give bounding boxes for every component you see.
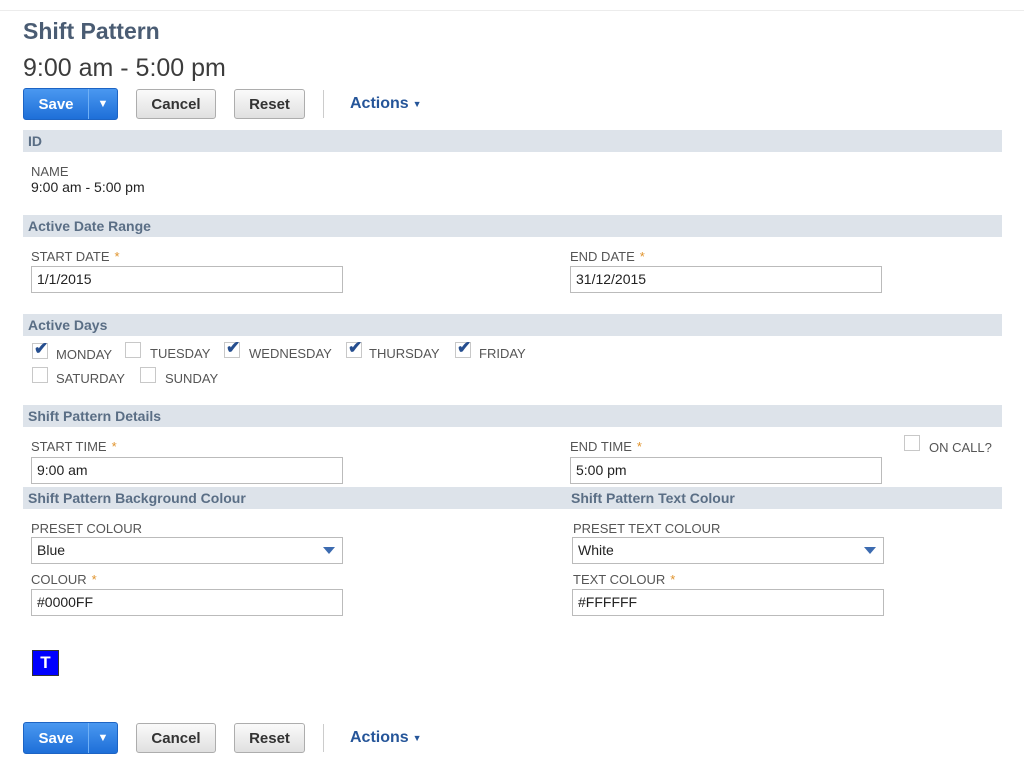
top-toolbar: Save ▼ Cancel Reset Actions ▼ — [23, 88, 422, 120]
start-time-field[interactable]: 9:00 am — [31, 457, 343, 484]
top-divider — [0, 10, 1024, 11]
checkbox-on-call[interactable] — [904, 435, 920, 451]
reset-button[interactable]: Reset — [234, 89, 305, 119]
day-label-sunday: SUNDAY — [165, 371, 219, 386]
preset-colour-value: Blue — [37, 542, 66, 558]
checkbox-monday[interactable]: ✔ — [32, 339, 48, 359]
required-marker: * — [114, 249, 120, 264]
caret-down-icon: ▼ — [412, 733, 422, 743]
preset-colour-label: PRESET COLOUR — [31, 521, 143, 536]
dropdown-arrow-icon — [864, 547, 876, 554]
day-label-monday: MONDAY — [56, 347, 113, 362]
start-date-label: START DATE * — [31, 249, 120, 264]
save-button[interactable]: Save — [24, 723, 88, 753]
section-shift-pattern-details: Shift Pattern Details — [23, 405, 1002, 427]
preset-colour-select[interactable]: Blue — [31, 537, 343, 564]
record-subtitle: 9:00 am - 5:00 pm — [23, 54, 226, 82]
checkbox-tuesday[interactable] — [125, 342, 141, 358]
checkmark-icon: ✔ — [457, 338, 472, 357]
checkbox-saturday[interactable] — [32, 367, 48, 383]
text-colour-field[interactable]: #FFFFFF — [572, 589, 884, 616]
preset-text-colour-label: PRESET TEXT COLOUR — [573, 521, 721, 536]
checkbox-wednesday[interactable]: ✔ — [224, 338, 240, 358]
checkmark-icon: ✔ — [34, 339, 49, 358]
dropdown-arrow-icon — [323, 547, 335, 554]
end-time-label: END TIME * — [570, 439, 642, 454]
day-label-tuesday: TUESDAY — [150, 346, 211, 361]
colour-field[interactable]: #0000FF — [31, 589, 343, 616]
day-label-thursday: THURSDAY — [369, 346, 440, 361]
required-marker: * — [639, 249, 645, 264]
section-text-colour: Shift Pattern Text Colour — [571, 490, 735, 506]
required-marker: * — [91, 572, 97, 587]
save-button[interactable]: Save — [24, 89, 88, 119]
end-date-label: END DATE * — [570, 249, 645, 264]
checkbox-thursday[interactable]: ✔ — [346, 338, 362, 358]
cancel-button[interactable]: Cancel — [136, 723, 216, 753]
actions-menu[interactable]: Actions ▼ — [350, 729, 422, 747]
section-id: ID — [23, 130, 1002, 152]
checkmark-icon: ✔ — [348, 338, 363, 357]
start-time-label: START TIME * — [31, 439, 117, 454]
day-label-wednesday: WEDNESDAY — [249, 346, 332, 361]
triangle-down-icon: ▼ — [97, 732, 109, 744]
save-split-button: Save ▼ — [23, 88, 118, 120]
reset-button[interactable]: Reset — [234, 723, 305, 753]
caret-down-icon: ▼ — [412, 99, 422, 109]
toolbar-separator — [323, 90, 324, 118]
colour-preview-swatch: T — [32, 650, 59, 676]
actions-label: Actions — [350, 95, 409, 112]
actions-menu[interactable]: Actions ▼ — [350, 95, 422, 113]
checkmark-icon: ✔ — [226, 338, 241, 357]
section-active-date-range: Active Date Range — [23, 215, 1002, 237]
cancel-button[interactable]: Cancel — [136, 89, 216, 119]
end-time-field[interactable]: 5:00 pm — [570, 457, 882, 484]
section-background-colour: Shift Pattern Background Colour — [28, 490, 246, 506]
start-date-field[interactable]: 1/1/2015 — [31, 266, 343, 293]
name-value: 9:00 am - 5:00 pm — [31, 179, 145, 195]
preset-text-colour-value: White — [578, 542, 614, 558]
on-call-label: ON CALL? — [929, 440, 992, 455]
bottom-toolbar: Save ▼ Cancel Reset Actions ▼ — [23, 722, 422, 754]
day-label-friday: FRIDAY — [479, 346, 526, 361]
required-marker: * — [670, 572, 676, 587]
section-active-days: Active Days — [23, 314, 1002, 336]
checkbox-sunday[interactable] — [140, 367, 156, 383]
save-menu-button[interactable]: ▼ — [88, 89, 117, 119]
triangle-down-icon: ▼ — [97, 98, 109, 110]
actions-label: Actions — [350, 729, 409, 746]
end-date-field[interactable]: 31/12/2015 — [570, 266, 882, 293]
day-label-saturday: SATURDAY — [56, 371, 125, 386]
name-label: NAME — [31, 164, 69, 179]
toolbar-separator — [323, 724, 324, 752]
text-colour-label: TEXT COLOUR * — [573, 572, 676, 587]
required-marker: * — [636, 439, 642, 454]
save-split-button: Save ▼ — [23, 722, 118, 754]
page-title: Shift Pattern — [23, 18, 160, 44]
colour-label: COLOUR * — [31, 572, 97, 587]
preset-text-colour-select[interactable]: White — [572, 537, 884, 564]
save-menu-button[interactable]: ▼ — [88, 723, 117, 753]
checkbox-friday[interactable]: ✔ — [455, 338, 471, 358]
required-marker: * — [111, 439, 117, 454]
